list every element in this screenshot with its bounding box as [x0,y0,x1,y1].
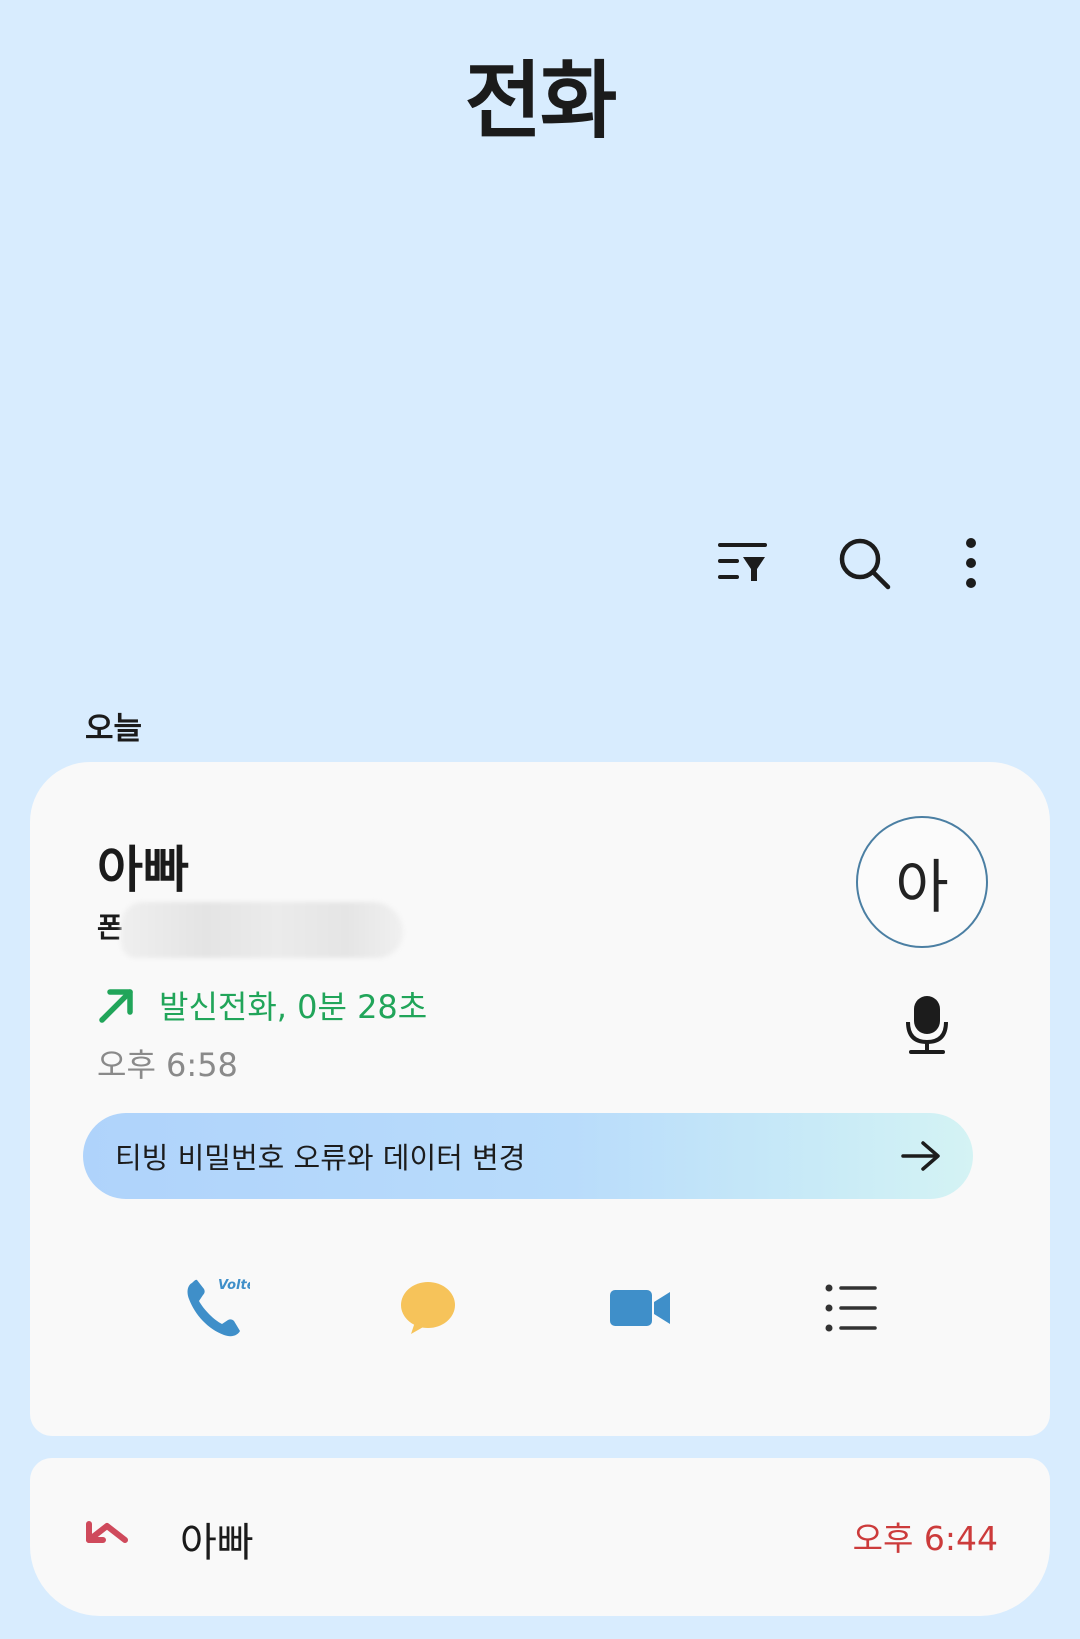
call-type-row: 발신전화, 0분 28초 [97,982,427,1028]
video-call-button[interactable] [605,1274,675,1342]
arrow-right-icon [901,1141,940,1171]
volte-call-icon: Volte [187,1278,250,1337]
search-icon [839,538,891,590]
message-button[interactable] [393,1274,463,1342]
volte-call-button[interactable]: Volte [182,1274,252,1342]
call-log-name: 아빠 [180,1520,254,1566]
details-list-icon [825,1284,877,1332]
filter-button[interactable] [708,528,778,598]
avatar[interactable]: 아 [856,816,988,948]
more-vert-icon [966,538,976,588]
mic-icon[interactable] [904,994,950,1056]
more-options-button[interactable] [936,528,1006,598]
filter-icon [718,543,767,581]
call-time: 오후 6:58 [97,1046,238,1084]
video-call-icon [610,1290,670,1326]
outgoing-call-icon [99,989,133,1023]
promo-text: 티빙 비밀번호 오류와 데이터 변경 [115,1141,526,1175]
call-actions: Volte [30,1274,1050,1342]
call-log-time: 오후 6:44 [852,1519,998,1558]
number-type-label: 폰 [97,911,123,944]
page-title: 전화 [464,52,618,150]
toolbar [0,528,1080,598]
section-label-today: 오늘 [85,711,143,747]
promo-banner[interactable]: 티빙 비밀번호 오류와 데이터 변경 [83,1113,973,1199]
redacted-number [121,902,403,958]
message-icon [401,1282,455,1334]
call-type-label: 발신전화, 0분 28초 [159,988,428,1026]
svg-text:Volte: Volte [218,1278,250,1293]
search-button[interactable] [829,528,899,598]
contact-name: 아빠 [97,841,189,899]
call-log-item[interactable]: 아빠 오후 6:44 [30,1458,1050,1616]
expanded-call-card[interactable]: 아빠 폰 아 발신전화, 0분 28초 오후 6:58 티빙 비밀번호 오류와 … [30,762,1050,1436]
details-button[interactable] [816,1274,886,1342]
missed-call-icon [86,1521,128,1543]
